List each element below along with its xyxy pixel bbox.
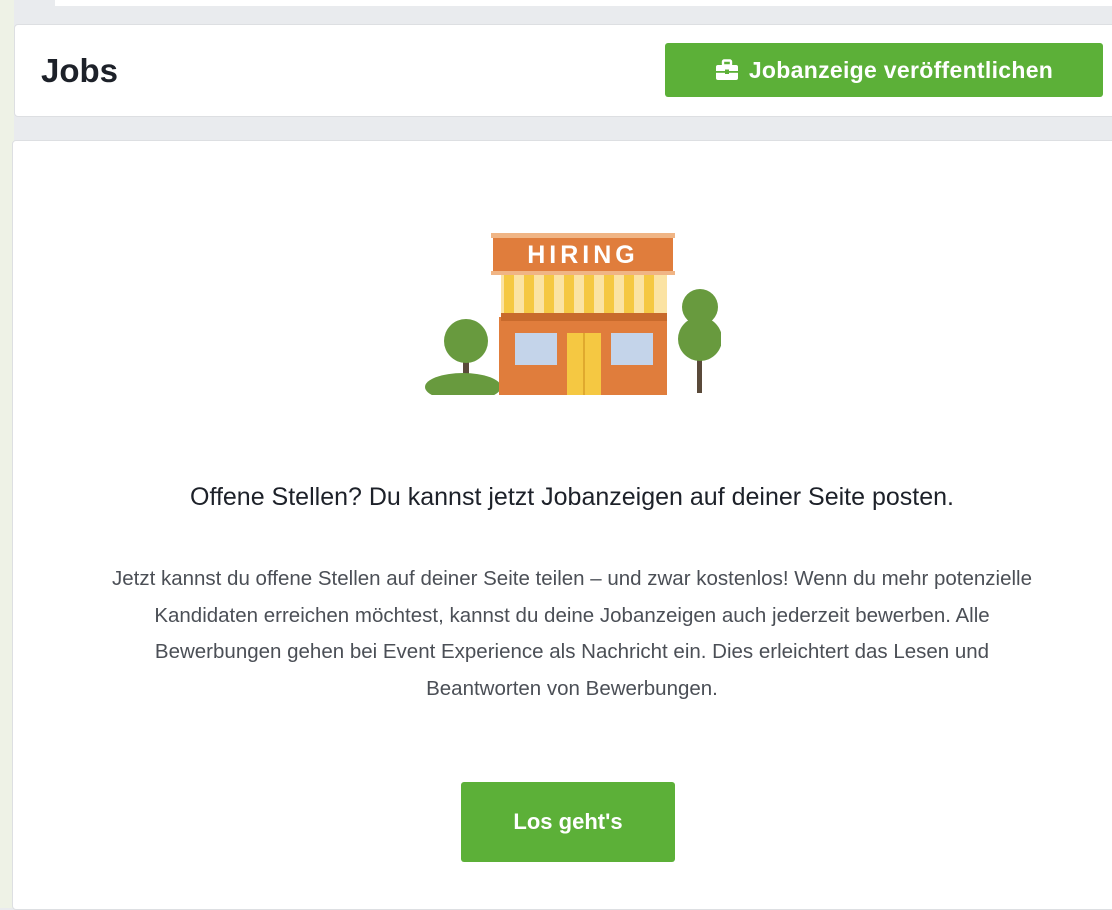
get-started-button[interactable]: Los geht's bbox=[461, 782, 675, 862]
top-bar-edge bbox=[55, 0, 1112, 6]
intro-headline: Offene Stellen? Du kannst jetzt Jobanzei… bbox=[190, 483, 954, 511]
hiring-sign-text: HIRING bbox=[527, 241, 639, 269]
briefcase-icon bbox=[715, 59, 739, 81]
jobs-intro-card: HIRING Offene Stellen? Du kannst jetzt J… bbox=[12, 140, 1112, 910]
hiring-storefront-illustration: HIRING bbox=[421, 229, 722, 401]
post-job-button[interactable]: Jobanzeige veröffentlichen bbox=[665, 43, 1103, 97]
page-title: Jobs bbox=[41, 52, 119, 89]
intro-description: Jetzt kannst du offene Stellen auf deine… bbox=[111, 567, 1033, 700]
jobs-header-card: Jobs Jobanzeige veröffentlichen bbox=[14, 24, 1112, 117]
post-job-button-label: Jobanzeige veröffentlichen bbox=[748, 56, 1054, 83]
